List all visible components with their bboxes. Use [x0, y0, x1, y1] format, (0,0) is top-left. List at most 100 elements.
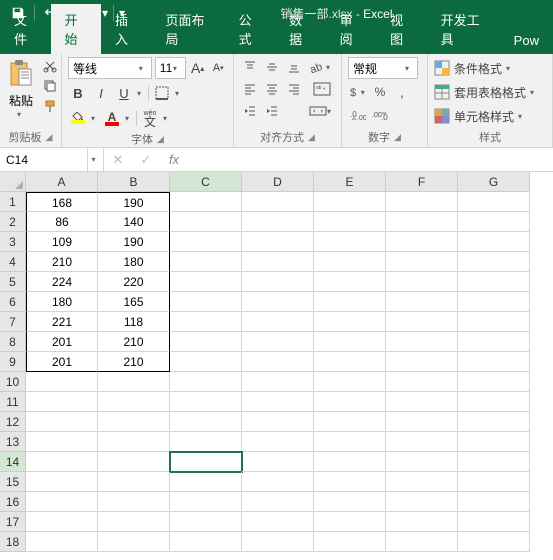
cell-C15[interactable]	[170, 472, 242, 492]
cell-B12[interactable]	[98, 412, 170, 432]
italic-button[interactable]: I	[91, 83, 111, 103]
cell-E15[interactable]	[314, 472, 386, 492]
formula-input[interactable]	[188, 148, 553, 171]
phonetic-button[interactable]: wén文	[140, 108, 160, 128]
bold-button[interactable]: B	[68, 83, 88, 103]
number-launcher-icon[interactable]: ◢	[394, 132, 401, 143]
spreadsheet-grid[interactable]: ABCDEFG 11681902861403109190421018052242…	[0, 172, 553, 552]
cell-C4[interactable]	[170, 252, 242, 272]
row-header-9[interactable]: 9	[0, 352, 26, 372]
paste-label[interactable]: 粘贴	[9, 92, 33, 109]
align-middle-icon[interactable]	[262, 57, 282, 77]
cell-D10[interactable]	[242, 372, 314, 392]
row-header-15[interactable]: 15	[0, 472, 26, 492]
percent-format-icon[interactable]: %	[370, 82, 390, 102]
decrease-decimal-icon[interactable]: .00.0	[370, 105, 390, 125]
cell-F12[interactable]	[386, 412, 458, 432]
fx-icon[interactable]: fx	[160, 148, 188, 171]
tab-power[interactable]: Pow	[500, 27, 553, 54]
cell-A13[interactable]	[26, 432, 98, 452]
align-right-icon[interactable]	[284, 79, 304, 99]
cell-E6[interactable]	[314, 292, 386, 312]
conditional-format-button[interactable]: 条件格式▾	[434, 57, 546, 79]
cell-D17[interactable]	[242, 512, 314, 532]
cell-A10[interactable]	[26, 372, 98, 392]
cell-D7[interactable]	[242, 312, 314, 332]
row-header-4[interactable]: 4	[0, 252, 26, 272]
tab-developer[interactable]: 开发工具	[427, 4, 500, 54]
cell-C13[interactable]	[170, 432, 242, 452]
cell-A12[interactable]	[26, 412, 98, 432]
cell-B2[interactable]: 140	[98, 212, 170, 232]
font-name-select[interactable]: 等线▾	[68, 57, 152, 79]
cell-E10[interactable]	[314, 372, 386, 392]
cell-F5[interactable]	[386, 272, 458, 292]
cell-E4[interactable]	[314, 252, 386, 272]
cell-F3[interactable]	[386, 232, 458, 252]
cell-B13[interactable]	[98, 432, 170, 452]
cell-D6[interactable]	[242, 292, 314, 312]
format-as-table-button[interactable]: 套用表格格式▾	[434, 81, 546, 103]
align-launcher-icon[interactable]: ◢	[308, 132, 315, 143]
cell-styles-button[interactable]: 单元格样式▾	[434, 105, 546, 127]
cell-D11[interactable]	[242, 392, 314, 412]
copy-icon[interactable]	[40, 77, 60, 95]
cell-D5[interactable]	[242, 272, 314, 292]
paste-dropdown[interactable]: ▾	[17, 110, 25, 119]
cell-B18[interactable]	[98, 532, 170, 552]
tab-home[interactable]: 开始	[51, 4, 102, 54]
cell-B3[interactable]: 190	[98, 232, 170, 252]
cell-E11[interactable]	[314, 392, 386, 412]
cell-D2[interactable]	[242, 212, 314, 232]
cell-C2[interactable]	[170, 212, 242, 232]
row-header-14[interactable]: 14	[0, 452, 26, 472]
cell-C5[interactable]	[170, 272, 242, 292]
column-header-G[interactable]: G	[458, 172, 530, 192]
cell-D16[interactable]	[242, 492, 314, 512]
cell-E7[interactable]	[314, 312, 386, 332]
font-color-dropdown[interactable]: ▾	[125, 114, 133, 123]
cell-E18[interactable]	[314, 532, 386, 552]
cell-E13[interactable]	[314, 432, 386, 452]
cell-D14[interactable]	[242, 452, 314, 472]
row-header-11[interactable]: 11	[0, 392, 26, 412]
row-header-3[interactable]: 3	[0, 232, 26, 252]
cell-C1[interactable]	[170, 192, 242, 212]
tab-review[interactable]: 审阅	[326, 4, 377, 54]
cell-F18[interactable]	[386, 532, 458, 552]
comma-format-icon[interactable]: ,	[392, 82, 412, 102]
cell-G11[interactable]	[458, 392, 530, 412]
cell-F17[interactable]	[386, 512, 458, 532]
cell-G8[interactable]	[458, 332, 530, 352]
cell-F13[interactable]	[386, 432, 458, 452]
cell-D15[interactable]	[242, 472, 314, 492]
cell-F4[interactable]	[386, 252, 458, 272]
cell-C14[interactable]	[170, 452, 242, 472]
cut-icon[interactable]	[40, 57, 60, 75]
cell-A3[interactable]: 109	[26, 232, 98, 252]
cell-A6[interactable]: 180	[26, 292, 98, 312]
row-header-6[interactable]: 6	[0, 292, 26, 312]
cell-B14[interactable]	[98, 452, 170, 472]
underline-dropdown[interactable]: ▾	[137, 89, 145, 98]
cell-B11[interactable]	[98, 392, 170, 412]
cell-F15[interactable]	[386, 472, 458, 492]
decrease-indent-icon[interactable]	[240, 101, 260, 121]
cell-B16[interactable]	[98, 492, 170, 512]
cell-C10[interactable]	[170, 372, 242, 392]
row-header-16[interactable]: 16	[0, 492, 26, 512]
cell-E8[interactable]	[314, 332, 386, 352]
format-painter-icon[interactable]	[40, 97, 60, 115]
cell-F11[interactable]	[386, 392, 458, 412]
align-left-icon[interactable]	[240, 79, 260, 99]
align-bottom-icon[interactable]	[284, 57, 304, 77]
orientation-icon[interactable]: ab▾	[308, 57, 336, 77]
cell-E12[interactable]	[314, 412, 386, 432]
cell-B4[interactable]: 180	[98, 252, 170, 272]
cell-E9[interactable]	[314, 352, 386, 372]
tab-data[interactable]: 数据	[275, 4, 326, 54]
fill-color-button[interactable]	[68, 108, 88, 128]
cell-D18[interactable]	[242, 532, 314, 552]
cell-F7[interactable]	[386, 312, 458, 332]
tab-page-layout[interactable]: 页面布局	[152, 4, 225, 54]
